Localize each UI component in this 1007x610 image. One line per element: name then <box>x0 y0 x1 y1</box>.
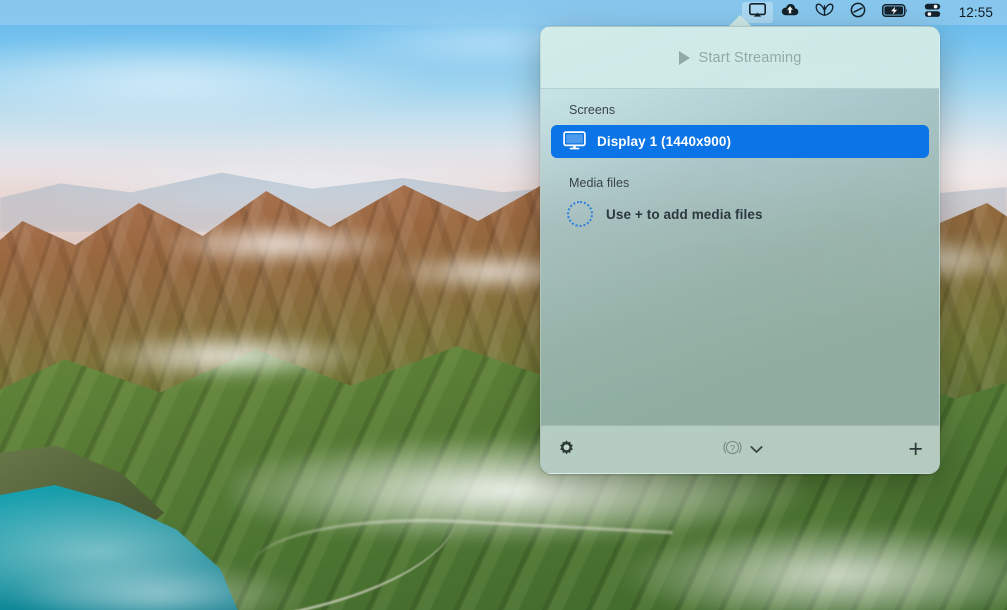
gear-icon <box>557 438 576 462</box>
menu-bar-item-butterfly[interactable] <box>807 0 842 25</box>
screen-item-label: Display 1 (1440x900) <box>597 134 732 149</box>
plus-icon: + <box>908 435 923 463</box>
menu-bar-item-control-center[interactable] <box>916 0 949 25</box>
butterfly-icon <box>815 3 834 23</box>
popover-footer: ? + <box>541 425 939 473</box>
cloud-upload-icon <box>781 3 799 22</box>
start-streaming-label: Start Streaming <box>698 49 802 66</box>
menu-bar: 12:55 <box>0 0 1007 25</box>
add-media-button[interactable]: + <box>908 437 923 462</box>
media-files-placeholder-row[interactable]: Use + to add media files <box>553 198 927 230</box>
wallpaper-fog <box>0 560 320 610</box>
settings-button[interactable] <box>557 438 576 462</box>
popover-body: Screens Display 1 (1440x900) Media files… <box>541 89 939 425</box>
section-label-media-files: Media files <box>569 176 630 190</box>
menu-bar-item-battery[interactable] <box>874 0 916 25</box>
wallpaper-fog <box>600 520 1007 610</box>
circle-slash-icon <box>850 2 866 23</box>
airplay-unknown-device-icon: ? <box>722 437 743 463</box>
media-files-placeholder-label: Use + to add media files <box>606 206 763 222</box>
section-label-screens: Screens <box>569 103 616 117</box>
chevron-down-icon <box>750 441 763 459</box>
desktop-screen: 12:55 Start Streaming Screens Display 1 … <box>0 0 1007 610</box>
menu-bar-clock[interactable]: 12:55 <box>949 5 995 20</box>
wallpaper-fog <box>80 330 380 382</box>
screen-item-display-1[interactable]: Display 1 (1440x900) <box>551 125 929 158</box>
display-monitor-icon <box>563 130 586 153</box>
menu-bar-item-do-not-disturb[interactable] <box>842 0 874 25</box>
dotted-circle-placeholder-icon <box>567 201 593 227</box>
streaming-popover-panel: Start Streaming Screens Display 1 (1440x… <box>540 26 940 474</box>
start-streaming-button[interactable]: Start Streaming <box>678 49 802 66</box>
output-device-selector[interactable]: ? <box>722 437 763 463</box>
play-triangle-icon <box>678 50 690 65</box>
wallpaper-fog <box>150 222 410 266</box>
menu-bar-item-cloud-upload[interactable] <box>773 0 807 25</box>
svg-text:?: ? <box>730 443 735 454</box>
control-center-icon <box>924 3 941 23</box>
battery-charging-icon <box>881 3 908 22</box>
popover-header: Start Streaming <box>541 27 939 89</box>
